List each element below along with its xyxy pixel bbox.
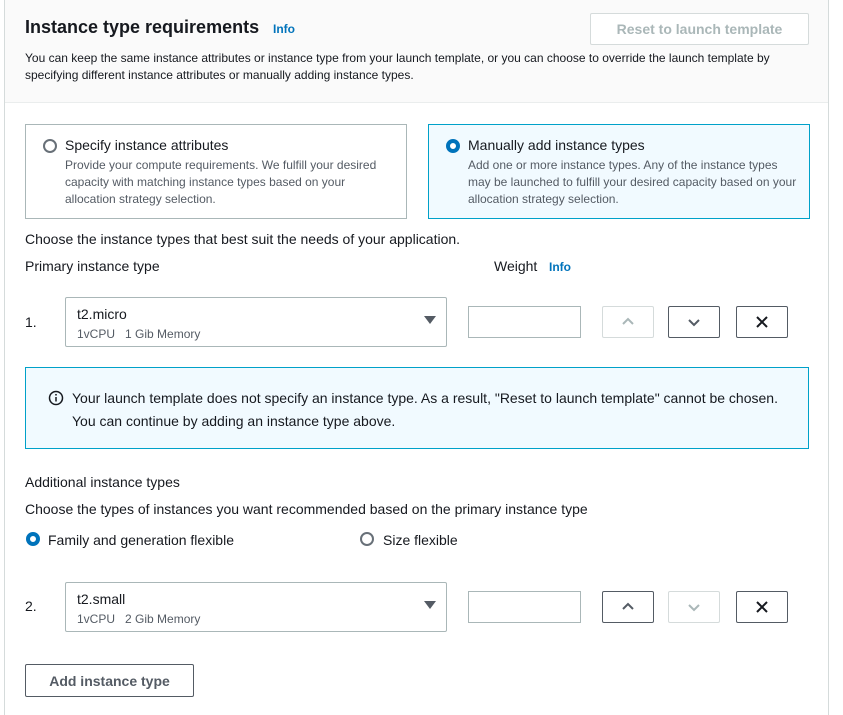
remove-button[interactable]: [736, 306, 788, 338]
alert-text: Your launch template does not specify an…: [72, 390, 778, 429]
move-down-button[interactable]: [668, 306, 720, 338]
additional-instance-type-select[interactable]: t2.small 1vCPU 2 Gib Memory: [65, 582, 447, 632]
reset-to-launch-template-button[interactable]: Reset to launch template: [590, 13, 809, 45]
row-number: 2.: [25, 598, 37, 614]
move-up-button[interactable]: [602, 591, 654, 623]
info-alert: Your launch template does not specify an…: [25, 367, 809, 449]
close-icon: [756, 601, 768, 613]
select-value: t2.small: [77, 591, 126, 607]
tile-description: Add one or more instance types. Any of t…: [468, 158, 797, 206]
choose-instance-types-text: Choose the instance types that best suit…: [25, 231, 461, 247]
primary-instance-type-label: Primary instance type: [25, 258, 160, 274]
radio-family-generation-flexible[interactable]: [26, 532, 40, 546]
radio-specify-attributes[interactable]: [43, 139, 57, 153]
panel-header: Instance type requirements Info Reset to…: [5, 0, 828, 103]
additional-weight-input[interactable]: [468, 591, 581, 623]
move-down-button[interactable]: [668, 591, 720, 623]
radio-size-flexible[interactable]: [360, 532, 374, 546]
primary-instance-type-select[interactable]: t2.micro 1vCPU 1 Gib Memory: [65, 297, 447, 347]
memory-tag: 2 Gib Memory: [125, 612, 201, 626]
select-tags: 1vCPU 2 Gib Memory: [77, 612, 200, 626]
info-circle-icon: [48, 390, 64, 406]
weight-info-link[interactable]: Info: [549, 260, 571, 274]
move-up-button[interactable]: [602, 306, 654, 338]
tile-manually-add-types[interactable]: Manually add instance types Add one or m…: [428, 124, 810, 219]
instance-type-requirements-panel: Instance type requirements Info Reset to…: [4, 0, 829, 715]
tile-label: Manually add instance types: [468, 137, 645, 153]
tile-specify-attributes[interactable]: Specify instance attributes Provide your…: [25, 124, 407, 219]
option-label: Size flexible: [383, 532, 458, 548]
select-value: t2.micro: [77, 306, 127, 322]
option-label: Family and generation flexible: [48, 532, 234, 548]
select-tags: 1vCPU 1 Gib Memory: [77, 327, 200, 341]
vcpu-tag: 1vCPU: [77, 612, 116, 626]
primary-weight-input[interactable]: [468, 306, 581, 338]
additional-description: Choose the types of instances you want r…: [25, 501, 588, 517]
tile-label: Specify instance attributes: [65, 137, 229, 153]
vcpu-tag: 1vCPU: [77, 327, 116, 341]
title-info-link[interactable]: Info: [273, 22, 295, 36]
add-instance-type-button[interactable]: Add instance type: [25, 664, 194, 697]
additional-instance-types-label: Additional instance types: [25, 474, 180, 490]
caret-down-icon: [424, 601, 436, 609]
chevron-down-icon: [688, 319, 700, 327]
weight-label: Weight: [494, 258, 538, 274]
row-number: 1.: [25, 314, 37, 330]
tile-description: Provide your compute requirements. We fu…: [65, 158, 377, 206]
chevron-up-icon: [622, 602, 634, 610]
radio-manually-add-types[interactable]: [446, 139, 460, 153]
remove-button[interactable]: [736, 591, 788, 623]
close-icon: [756, 316, 768, 328]
memory-tag: 1 Gib Memory: [125, 327, 201, 341]
caret-down-icon: [424, 316, 436, 324]
chevron-down-icon: [688, 604, 700, 612]
panel-description: You can keep the same instance attribute…: [25, 51, 770, 82]
panel-title: Instance type requirements: [25, 17, 260, 37]
chevron-up-icon: [622, 317, 634, 325]
